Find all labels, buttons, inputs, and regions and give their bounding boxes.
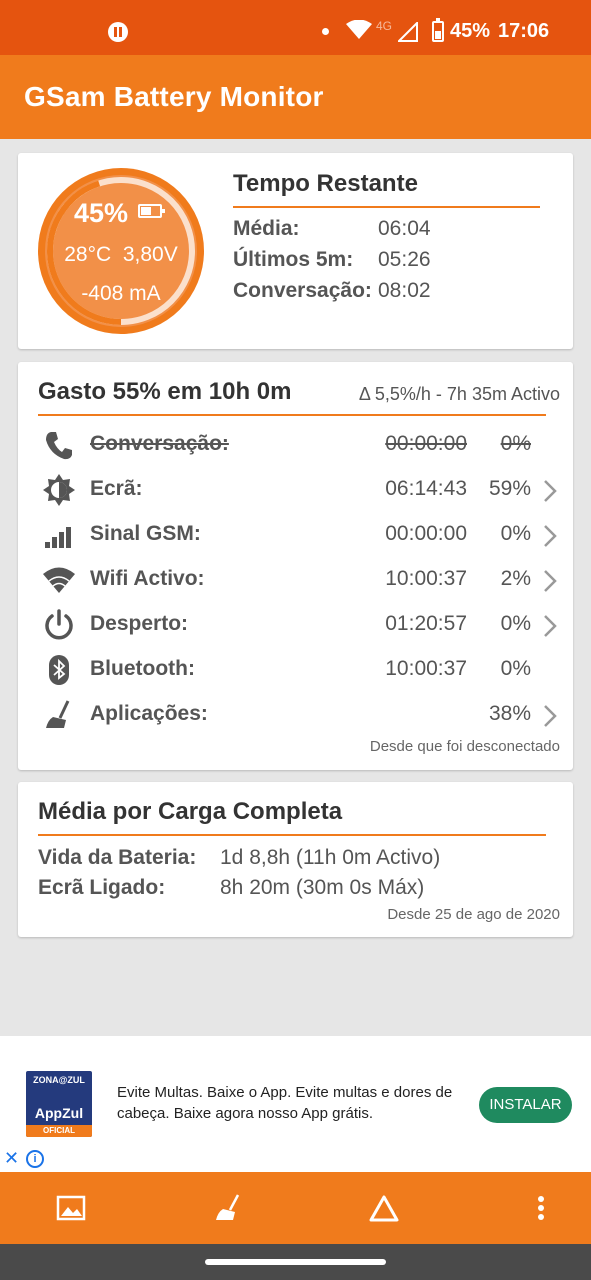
average-title: Média por Carga Completa — [38, 798, 343, 825]
notification-dot-icon — [322, 28, 329, 35]
average-row-value: 1d 8,8h (11h 0m Activo) — [220, 846, 441, 869]
usage-divider — [38, 414, 546, 416]
chevron-right-icon[interactable] — [541, 524, 559, 548]
usage-row-percent: 0% — [500, 657, 531, 680]
gauge-current: -408 mA — [81, 282, 161, 305]
usage-row-bluetooth: Bluetooth: 10:00:37 0% — [18, 647, 573, 692]
usage-row-aplicacoes[interactable]: Aplicações: 38% — [18, 692, 573, 737]
usage-row-label: Ecrã: — [90, 477, 143, 500]
average-row-label: Vida da Bateria: — [38, 846, 197, 869]
tempo-row-label: Últimos 5m: — [233, 248, 354, 271]
tempo-row-label: Conversação: — [233, 279, 372, 302]
average-card: Média por Carga Completa Vida da Bateria… — [18, 782, 573, 937]
phone-icon — [46, 432, 72, 460]
pause-notification-icon — [108, 22, 128, 42]
gauge-temp-voltage: 28°C 3,80V — [38, 243, 204, 267]
average-since: Desde 25 de ago de 2020 — [387, 906, 560, 923]
ad-logo-badge: OFICIAL — [26, 1125, 92, 1137]
usage-row-label: Aplicações: — [90, 702, 208, 725]
average-row-label: Ecrã Ligado: — [38, 876, 166, 899]
ad-text[interactable]: Evite Multas. Baixe o App. Evite multas … — [117, 1082, 472, 1124]
gauge-voltage: 3,80V — [122, 243, 178, 266]
tempo-row-value: 06:04 — [378, 217, 431, 240]
chevron-right-icon[interactable] — [541, 569, 559, 593]
summary-card[interactable]: 45% 28°C 3,80V -408 mA Tempo Restante Mé… — [18, 153, 573, 349]
usage-title: Gasto 55% em 10h 0m — [38, 378, 292, 405]
usage-row-label: Bluetooth: — [90, 657, 195, 680]
usage-row-label: Sinal GSM: — [90, 522, 201, 545]
usage-row-percent: 2% — [500, 567, 531, 590]
usage-row-time: 01:20:57 — [385, 612, 467, 635]
broom-icon[interactable] — [212, 1192, 244, 1224]
usage-since: Desde que foi desconectado — [369, 738, 560, 755]
battery-status-icon — [432, 18, 444, 42]
usage-row-percent: 0% — [500, 432, 531, 455]
ad-banner[interactable]: ZONA@ZUL AppZul OFICIAL Evite Multas. Ba… — [0, 1036, 591, 1172]
wifi-status-icon — [346, 20, 372, 39]
network-type: 4G — [376, 19, 393, 33]
usage-row-percent: 0% — [500, 612, 531, 635]
tempo-row-value: 05:26 — [378, 248, 431, 271]
usage-card: Gasto 55% em 10h 0m Δ 5,5%/h - 7h 35m Ac… — [18, 362, 573, 770]
app-title: GSam Battery Monitor — [24, 81, 324, 112]
triangle-icon[interactable] — [368, 1192, 400, 1224]
usage-row-wifi[interactable]: Wifi Activo: 10:00:37 2% — [18, 557, 573, 602]
signal-status-icon — [398, 22, 418, 42]
install-button[interactable]: INSTALAR — [479, 1087, 572, 1123]
usage-row-ecra[interactable]: Ecrã: 06:14:43 59% — [18, 467, 573, 512]
info-icon[interactable]: i — [26, 1150, 44, 1168]
signal-icon — [45, 527, 71, 548]
tempo-restante-title: Tempo Restante — [233, 170, 418, 197]
tempo-row-label: Média: — [233, 217, 300, 240]
tempo-restante-divider — [233, 206, 540, 208]
gauge-percent: 45% — [73, 198, 129, 228]
usage-row-percent: 38% — [488, 702, 531, 725]
usage-row-label: Wifi Activo: — [90, 567, 205, 590]
usage-row-time: 00:00:00 — [385, 522, 467, 545]
image-icon[interactable] — [55, 1192, 87, 1224]
home-gesture-pill[interactable] — [205, 1259, 386, 1265]
power-icon — [45, 609, 73, 640]
status-battery-percent: 45% — [450, 20, 491, 42]
more-vert-icon[interactable] — [525, 1192, 557, 1224]
usage-row-label: Conversação: — [90, 432, 229, 455]
usage-row-percent: 59% — [488, 477, 531, 500]
usage-row-conversacao: Conversação: 00:00:00 0% — [18, 422, 573, 467]
battery-icon — [138, 204, 165, 218]
chevron-right-icon[interactable] — [541, 479, 559, 503]
brightness-icon — [43, 474, 75, 506]
average-divider — [38, 834, 546, 836]
ad-logo-name: AppZul — [34, 1105, 84, 1121]
usage-row-percent: 0% — [500, 522, 531, 545]
status-time: 17:06 — [498, 20, 550, 42]
close-icon[interactable]: ✕ — [4, 1148, 19, 1169]
wifi-icon — [43, 567, 75, 593]
tempo-row-value: 08:02 — [378, 279, 431, 302]
broom-icon — [46, 700, 70, 728]
usage-row-sinal[interactable]: Sinal GSM: 00:00:00 0% — [18, 512, 573, 557]
bottom-toolbar — [0, 1172, 591, 1244]
status-bar: 4G 45% 17:06 — [0, 0, 591, 55]
usage-row-label: Desperto: — [90, 612, 189, 635]
chevron-right-icon[interactable] — [541, 614, 559, 638]
ad-logo[interactable]: ZONA@ZUL AppZul OFICIAL — [26, 1071, 92, 1137]
system-nav-bar — [0, 1244, 591, 1280]
bluetooth-icon — [49, 655, 69, 685]
ad-logo-top-text: ZONA@ZUL — [33, 1075, 85, 1085]
app-bar: GSam Battery Monitor — [0, 55, 591, 139]
usage-rate: Δ 5,5%/h - 7h 35m Activo — [358, 384, 560, 404]
usage-row-time: 10:00:37 — [385, 657, 467, 680]
usage-row-time: 06:14:43 — [385, 477, 467, 500]
average-row-value: 8h 20m (30m 0s Máx) — [220, 876, 425, 899]
usage-row-desperto[interactable]: Desperto: 01:20:57 0% — [18, 602, 573, 647]
usage-row-time: 10:00:37 — [385, 567, 467, 590]
gauge-temp: 28°C — [64, 243, 112, 266]
chevron-right-icon[interactable] — [541, 704, 559, 728]
usage-row-time: 00:00:00 — [385, 432, 467, 455]
battery-gauge[interactable]: 45% 28°C 3,80V -408 mA — [38, 168, 204, 334]
